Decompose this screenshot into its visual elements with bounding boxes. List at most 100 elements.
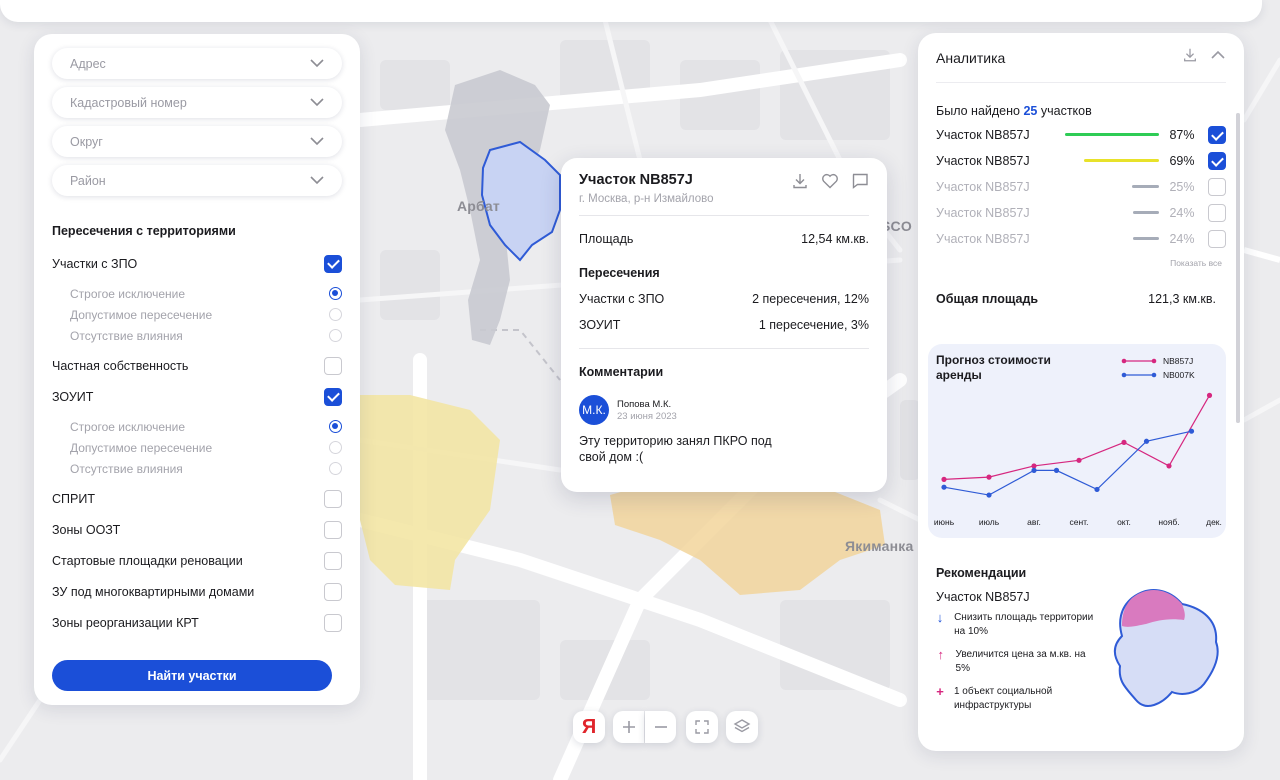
series-point <box>941 484 947 490</box>
plot-bar-track <box>1043 211 1170 215</box>
popup-intersection-row: Участки с ЗПО 2 пересечения, 12% <box>579 286 869 312</box>
recommendations-plot: Участок NB857J <box>936 590 1030 604</box>
find-plots-button[interactable]: Найти участки <box>52 660 332 691</box>
found-count: 25 <box>1023 104 1038 118</box>
heart-icon[interactable] <box>821 172 839 190</box>
filter-zpo-checkbox[interactable] <box>324 254 342 273</box>
chevron-down-icon <box>310 176 324 185</box>
layers-button[interactable] <box>726 711 758 743</box>
plot-row[interactable]: Участок NB857J 87% <box>936 122 1226 148</box>
zouit-options: Строгое исключение Допустимое пересечени… <box>52 412 342 483</box>
filter-oozt[interactable]: Зоны ООЗТ <box>52 514 342 545</box>
filter-zouit[interactable]: ЗОУИТ <box>52 381 342 412</box>
zouit-option-none[interactable]: Отсутствие влияния <box>52 458 342 479</box>
yandex-logo-button[interactable]: Я <box>573 711 605 743</box>
filter-zouit-label: ЗОУИТ <box>52 389 94 404</box>
filter-zpo[interactable]: Участки с ЗПО <box>52 248 342 279</box>
plot-percent: 69% <box>1169 154 1195 168</box>
plot-bar <box>1084 159 1160 162</box>
analytics-panel: Аналитика Было найдено 25 участков Участ… <box>918 33 1244 751</box>
intersections-section-title: Пересечения с территориями <box>52 224 236 238</box>
filter-apartment[interactable]: ЗУ под многоквартирными домами <box>52 576 342 607</box>
plot-name: Участок NB857J <box>936 154 1030 168</box>
zouit-option-none-radio[interactable] <box>329 462 342 475</box>
plot-percent: 25% <box>1169 180 1195 194</box>
cadastral-dropdown[interactable]: Кадастровый номер <box>52 87 342 118</box>
plot-checkbox[interactable] <box>1208 152 1226 170</box>
plot-row[interactable]: Участок NB857J 69% <box>936 148 1226 174</box>
plot-row[interactable]: Участок NB857J 24% <box>936 200 1226 226</box>
recommendation-shape <box>1114 589 1219 707</box>
analytics-scrollbar[interactable] <box>1236 113 1240 423</box>
address-dropdown-placeholder: Адрес <box>70 56 106 71</box>
legend-marker <box>1121 372 1127 378</box>
zpo-option-none[interactable]: Отсутствие влияния <box>52 325 342 346</box>
plot-checkbox[interactable] <box>1208 204 1226 222</box>
filter-apartment-checkbox[interactable] <box>324 582 342 601</box>
zouit-option-allowed-radio[interactable] <box>329 441 342 454</box>
legend-marker <box>1151 358 1157 364</box>
total-area-row: Общая площадь 121,3 км.кв. <box>936 292 1226 306</box>
plot-name: Участок NB857J <box>936 206 1030 220</box>
zoom-out-button[interactable] <box>645 711 676 743</box>
zoom-in-button[interactable] <box>613 711 644 743</box>
zpo-option-allowed[interactable]: Допустимое пересечение <box>52 304 342 325</box>
comment-date: 23 июня 2023 <box>617 410 677 422</box>
series-point <box>1076 457 1082 463</box>
chevron-down-icon <box>310 137 324 146</box>
chevron-down-icon <box>310 98 324 107</box>
filter-renovation[interactable]: Стартовые площадки реновации <box>52 545 342 576</box>
chevron-up-icon[interactable] <box>1210 47 1226 68</box>
series-point <box>941 476 947 482</box>
x-tick-label: сент. <box>1070 517 1089 527</box>
zpo-option-strict[interactable]: Строгое исключение <box>52 283 342 304</box>
filter-zouit-checkbox[interactable] <box>324 387 342 406</box>
filter-renovation-checkbox[interactable] <box>324 551 342 570</box>
zpo-option-allowed-label: Допустимое пересечение <box>70 307 213 322</box>
filter-krt-checkbox[interactable] <box>324 613 342 632</box>
plot-percent: 87% <box>1169 128 1195 142</box>
area-dropdown[interactable]: Район <box>52 165 342 196</box>
arrow-up-icon: ↑ <box>937 647 945 662</box>
plot-checkbox[interactable] <box>1208 230 1226 248</box>
plot-checkbox[interactable] <box>1208 178 1226 196</box>
zpo-option-none-radio[interactable] <box>329 329 342 342</box>
legend-label: NB007K <box>1163 370 1195 380</box>
comment-author: Попова М.К. <box>617 398 672 410</box>
download-icon[interactable] <box>1182 47 1198 68</box>
filter-private[interactable]: Частная собственность <box>52 350 342 381</box>
filter-renovation-label: Стартовые площадки реновации <box>52 553 243 568</box>
filter-sprit[interactable]: СПРИТ <box>52 483 342 514</box>
comment-icon[interactable] <box>851 172 869 190</box>
x-tick-label: авг. <box>1027 517 1041 527</box>
download-icon[interactable] <box>791 172 809 190</box>
zpo-option-allowed-radio[interactable] <box>329 308 342 321</box>
show-all-link[interactable]: Показать все <box>936 258 1226 268</box>
series-point <box>1031 467 1037 473</box>
recommendations-title: Рекомендации <box>936 566 1027 580</box>
filter-krt[interactable]: Зоны реорганизации КРТ <box>52 607 342 638</box>
found-count-text: Было найдено 25 участков <box>936 104 1226 118</box>
fullscreen-button[interactable] <box>686 711 718 743</box>
x-tick-label: июнь <box>934 517 955 527</box>
zouit-option-strict[interactable]: Строгое исключение <box>52 416 342 437</box>
zpo-option-strict-radio[interactable] <box>329 287 342 300</box>
series-point <box>1206 392 1213 398</box>
filter-sprit-checkbox[interactable] <box>324 489 342 508</box>
plot-row[interactable]: Участок NB857J 24% <box>936 226 1226 252</box>
address-dropdown[interactable]: Адрес <box>52 48 342 79</box>
plot-row[interactable]: Участок NB857J 25% <box>936 174 1226 200</box>
filter-oozt-label: Зоны ООЗТ <box>52 522 121 537</box>
filter-private-checkbox[interactable] <box>324 356 342 375</box>
zpo-option-none-label: Отсутствие влияния <box>70 328 183 343</box>
zouit-option-strict-radio[interactable] <box>329 420 342 433</box>
zpo-options: Строгое исключение Допустимое пересечени… <box>52 279 342 350</box>
plot-checkbox[interactable] <box>1208 126 1226 144</box>
plus-icon: + <box>936 684 944 699</box>
popup-intersections-title: Пересечения <box>579 266 660 280</box>
series-point <box>1188 428 1195 434</box>
district-dropdown[interactable]: Округ <box>52 126 342 157</box>
zouit-option-allowed[interactable]: Допустимое пересечение <box>52 437 342 458</box>
popup-intersection-label: ЗОУИТ <box>579 318 621 332</box>
filter-oozt-checkbox[interactable] <box>324 520 342 539</box>
